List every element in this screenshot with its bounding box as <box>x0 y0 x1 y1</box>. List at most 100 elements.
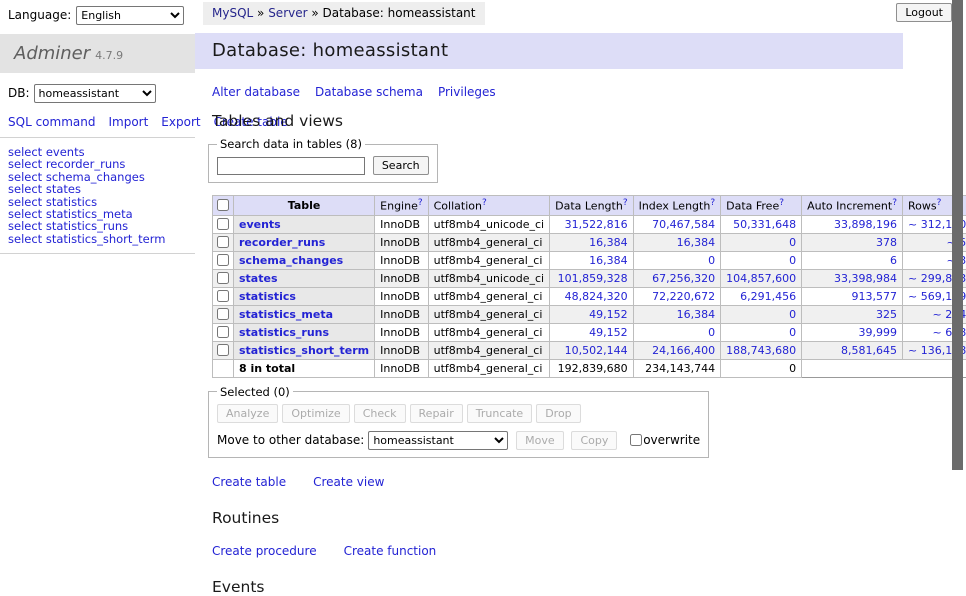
breadcrumb-link[interactable]: Server <box>268 6 307 20</box>
cell-value-link[interactable]: 0 <box>708 326 715 339</box>
row-checkbox[interactable] <box>217 308 229 320</box>
cell-value-link[interactable]: 0 <box>708 254 715 267</box>
search-fieldset: Search data in tables (8) Search <box>208 137 438 183</box>
cell-value-link[interactable]: 31,522,816 <box>565 218 628 231</box>
row-checkbox[interactable] <box>217 218 229 230</box>
cell-index-length: 16,384 <box>633 233 721 251</box>
table-name-link[interactable]: recorder_runs <box>239 236 325 249</box>
row-checkbox[interactable] <box>217 326 229 338</box>
language-select[interactable]: English <box>76 6 184 25</box>
column-help-link[interactable]: ? <box>623 198 628 208</box>
cell-value-link[interactable]: 72,220,672 <box>652 290 715 303</box>
select-all-checkbox[interactable] <box>217 199 229 211</box>
db-select[interactable]: homeassistant <box>34 84 156 103</box>
search-button[interactable]: Search <box>373 156 429 175</box>
table-name-link[interactable]: states <box>239 272 278 285</box>
cell-value-link[interactable]: 913,577 <box>852 290 898 303</box>
cell-auto-increment: 325 <box>802 305 903 323</box>
scrollbar-thumb[interactable] <box>952 0 963 470</box>
row-checkbox[interactable] <box>217 272 229 284</box>
cell-value-link[interactable]: 16,384 <box>677 308 716 321</box>
cell-value-link[interactable]: 24,166,400 <box>652 344 715 357</box>
cell-value-link[interactable]: 16,384 <box>589 236 628 249</box>
db-action-link[interactable]: Privileges <box>438 85 496 99</box>
cell-value-link[interactable]: 325 <box>876 308 897 321</box>
table-name-link[interactable]: events <box>239 218 281 231</box>
table-name-link[interactable]: statistics <box>239 290 296 303</box>
cell-value-link[interactable]: 33,398,984 <box>834 272 897 285</box>
table-name-link[interactable]: statistics_short_term <box>239 344 369 357</box>
sidebar-select-link[interactable]: select statistics_runs <box>8 220 195 232</box>
search-legend: Search data in tables (8) <box>217 137 365 151</box>
move-db-select[interactable]: homeassistant <box>368 431 508 450</box>
cell-value-link[interactable]: 0 <box>789 308 796 321</box>
column-header: Table <box>234 196 375 216</box>
cell-data-length: 16,384 <box>550 233 633 251</box>
table-name-link[interactable]: statistics_runs <box>239 326 329 339</box>
sidebar-select-link[interactable]: select recorder_runs <box>8 158 195 170</box>
search-input[interactable] <box>217 157 365 175</box>
column-help-link[interactable]: ? <box>892 198 897 208</box>
logout-button[interactable]: Logout <box>896 3 952 22</box>
cell-value-link[interactable]: 8,581,645 <box>841 344 897 357</box>
create-link[interactable]: Create view <box>313 475 384 489</box>
cell-data-length: 10,502,144 <box>550 341 633 359</box>
selected-legend: Selected (0) <box>217 385 293 399</box>
cell-value-link[interactable]: 10,502,144 <box>565 344 628 357</box>
cell-index-length: 70,467,584 <box>633 215 721 233</box>
totals-row: 8 in totalInnoDButf8mb4_general_ci192,83… <box>213 359 966 377</box>
row-checkbox[interactable] <box>217 254 229 266</box>
cell-value-link[interactable]: 49,152 <box>589 326 628 339</box>
column-help-link[interactable]: ? <box>418 198 423 208</box>
selected-fieldset: Selected (0) AnalyzeOptimizeCheckRepairT… <box>208 385 709 458</box>
cell-value-link[interactable]: 378 <box>876 236 897 249</box>
cell-collation: utf8mb4_unicode_ci <box>428 215 549 233</box>
cell-value-link[interactable]: 0 <box>789 236 796 249</box>
cell-value-link[interactable]: 104,857,600 <box>726 272 796 285</box>
routine-link[interactable]: Create procedure <box>212 544 317 558</box>
row-checkbox[interactable] <box>217 344 229 356</box>
cell-value-link[interactable]: 67,256,320 <box>652 272 715 285</box>
create-link[interactable]: Create table <box>212 475 286 489</box>
column-help-link[interactable]: ? <box>710 198 715 208</box>
breadcrumb-link[interactable]: MySQL <box>212 6 253 20</box>
cell-value-link[interactable]: 50,331,648 <box>733 218 796 231</box>
table-name-link[interactable]: statistics_meta <box>239 308 333 321</box>
cell-engine: InnoDB <box>375 215 428 233</box>
tables-table: TableEngine?Collation?Data Length?Index … <box>212 195 966 378</box>
sidebar-action-link[interactable]: SQL command <box>8 115 95 129</box>
column-header: Index Length? <box>633 196 721 216</box>
cell-value-link[interactable]: 16,384 <box>589 254 628 267</box>
sidebar-select-link[interactable]: select statistics_short_term <box>8 233 195 245</box>
overwrite-checkbox[interactable] <box>630 434 642 446</box>
selected-actions: AnalyzeOptimizeCheckRepairTruncateDrop <box>217 404 700 423</box>
cell-value-link[interactable]: 33,898,196 <box>834 218 897 231</box>
cell-value-link[interactable]: 70,467,584 <box>652 218 715 231</box>
sidebar-action-link[interactable]: Import <box>108 115 148 129</box>
table-name-link[interactable]: schema_changes <box>239 254 343 267</box>
db-action-link[interactable]: Database schema <box>315 85 423 99</box>
cell-value-link[interactable]: 0 <box>789 254 796 267</box>
cell-value-link[interactable]: 6 <box>890 254 897 267</box>
cell-value-link[interactable]: 101,859,328 <box>558 272 628 285</box>
sidebar-select-link[interactable]: select states <box>8 183 195 195</box>
cell-index-length: 0 <box>633 251 721 269</box>
cell-value-link[interactable]: 6,291,456 <box>740 290 796 303</box>
cell-value-link[interactable]: 49,152 <box>589 308 628 321</box>
column-help-link[interactable]: ? <box>779 198 784 208</box>
cell-value-link[interactable]: 39,999 <box>859 326 898 339</box>
db-action-link[interactable]: Alter database <box>212 85 300 99</box>
cell-value-link[interactable]: 0 <box>789 326 796 339</box>
cell-auto-increment: 378 <box>802 233 903 251</box>
cell-auto-increment: 913,577 <box>802 287 903 305</box>
column-help-link[interactable]: ? <box>482 198 487 208</box>
cell-value-link[interactable]: 16,384 <box>677 236 716 249</box>
cell-data-length: 101,859,328 <box>550 269 633 287</box>
routine-link[interactable]: Create function <box>344 544 437 558</box>
row-checkbox[interactable] <box>217 236 229 248</box>
row-checkbox[interactable] <box>217 290 229 302</box>
cell-auto-increment: 39,999 <box>802 323 903 341</box>
column-help-link[interactable]: ? <box>937 198 942 208</box>
cell-value-link[interactable]: 48,824,320 <box>565 290 628 303</box>
cell-value-link[interactable]: 188,743,680 <box>726 344 796 357</box>
